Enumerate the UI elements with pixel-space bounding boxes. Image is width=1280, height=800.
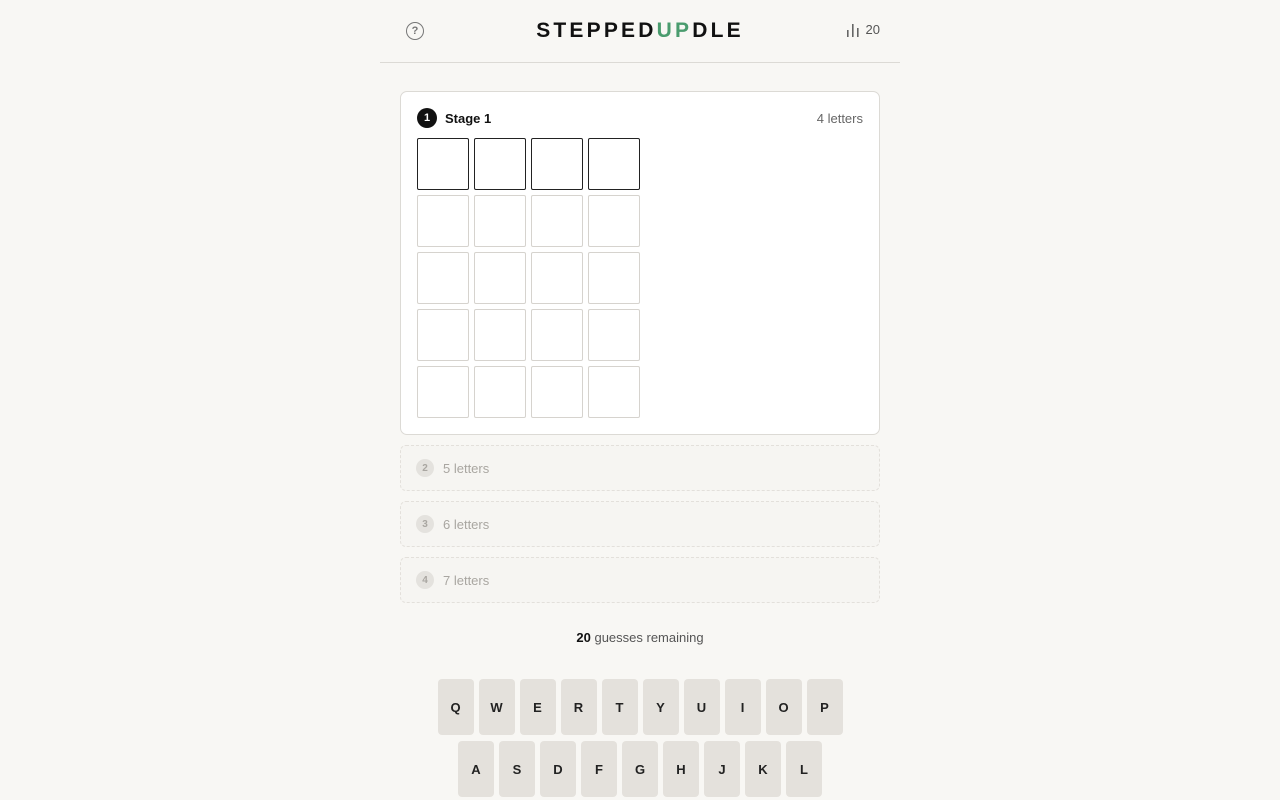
stage-title: Stage 1 (445, 110, 492, 126)
stage-letter-count: 5 letters (443, 460, 490, 476)
stats-count: 20 (865, 22, 880, 37)
locked-stage-3: 3 6 letters (400, 501, 880, 547)
key-h[interactable]: H (663, 741, 699, 797)
key-o[interactable]: O (765, 679, 802, 735)
key-i[interactable]: I (724, 679, 761, 735)
key-r[interactable]: R (560, 679, 597, 735)
letter-tile (417, 252, 469, 304)
letter-tile[interactable] (531, 138, 583, 190)
stage-number-badge: 3 (416, 515, 434, 533)
stage-letter-count: 7 letters (443, 572, 490, 588)
key-t[interactable]: T (601, 679, 638, 735)
letter-tile (531, 195, 583, 247)
letter-tile (474, 252, 526, 304)
key-q[interactable]: Q (437, 679, 474, 735)
guesses-count: 20 (576, 630, 591, 645)
letter-tile (588, 195, 640, 247)
letter-tile (531, 309, 583, 361)
logo-part-1: STEPPED (536, 19, 657, 42)
letter-tile (417, 195, 469, 247)
letter-tile (417, 366, 469, 418)
letter-tile[interactable] (417, 138, 469, 190)
letter-tile (588, 252, 640, 304)
key-j[interactable]: J (704, 741, 740, 797)
letter-tile[interactable] (474, 138, 526, 190)
key-y[interactable]: Y (642, 679, 679, 735)
stage-number-badge: 4 (416, 571, 434, 589)
locked-stage-2: 2 5 letters (400, 445, 880, 491)
logo-accent: UP (656, 19, 693, 42)
logo-part-2: DLE (692, 19, 744, 42)
key-f[interactable]: F (581, 741, 617, 797)
key-d[interactable]: D (540, 741, 576, 797)
key-k[interactable]: K (745, 741, 781, 797)
stage-card-active: 1 Stage 1 4 letters (400, 91, 880, 435)
key-g[interactable]: G (622, 741, 658, 797)
stage-number-badge: 2 (416, 459, 434, 477)
keyboard-row-2: ASDFGHJKL (380, 741, 900, 797)
key-u[interactable]: U (683, 679, 720, 735)
guess-grid (417, 138, 640, 418)
letter-tile (588, 309, 640, 361)
stage-number-badge: 1 (417, 108, 437, 128)
key-p[interactable]: P (806, 679, 843, 735)
bar-chart-icon (846, 23, 860, 37)
letter-tile[interactable] (588, 138, 640, 190)
keyboard-row-1: QWERTYUIOP (380, 679, 900, 735)
stage-letter-count: 4 letters (816, 110, 863, 126)
letter-tile (474, 309, 526, 361)
logo: STEPPEDUPDLE (536, 19, 744, 43)
letter-tile (417, 309, 469, 361)
guesses-remaining: 20 guesses remaining (380, 630, 900, 645)
letter-tile (474, 366, 526, 418)
key-e[interactable]: E (519, 679, 556, 735)
stage-letter-count: 6 letters (443, 516, 490, 532)
guesses-label: guesses remaining (590, 630, 704, 645)
letter-tile (474, 195, 526, 247)
letter-tile (531, 366, 583, 418)
letter-tile (588, 366, 640, 418)
app: ? STEPPEDUPDLE 20 1 Stage 1 4 letters 25… (380, 0, 900, 800)
locked-stage-4: 4 7 letters (400, 557, 880, 603)
stage-header: 1 Stage 1 4 letters (417, 108, 863, 128)
letter-tile (531, 252, 583, 304)
stats-button[interactable]: 20 (846, 22, 880, 37)
key-a[interactable]: A (458, 741, 494, 797)
key-l[interactable]: L (786, 741, 822, 797)
help-icon[interactable]: ? (406, 22, 424, 40)
key-w[interactable]: W (478, 679, 515, 735)
key-s[interactable]: S (499, 741, 535, 797)
header: ? STEPPEDUPDLE 20 (380, 0, 900, 63)
